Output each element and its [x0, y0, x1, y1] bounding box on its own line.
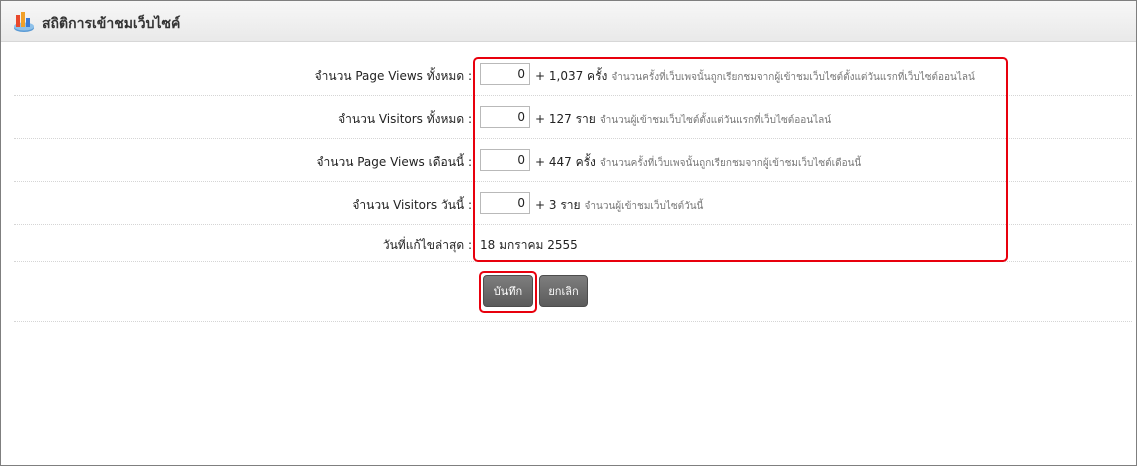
page-views-month-count: + 447 ครั้ง จำนวนครั้งที่เว็บเพจนั้นถูกเร…: [535, 153, 861, 172]
visitors-today-count: + 3 ราย จำนวนผู้เข้าชมเว็บไซต์วันนี้: [535, 196, 703, 215]
visitors-today-label: จำนวน Visitors วันนี้ :: [352, 198, 472, 212]
stats-panel: สถิติการเข้าชมเว็บไซค์ จำนวน Page Views …: [0, 0, 1137, 466]
visitors-total-label: จำนวน Visitors ทั้งหมด :: [338, 112, 472, 126]
visitors-today-input[interactable]: [480, 192, 530, 214]
page-views-total-hint: จำนวนครั้งที่เว็บเพจนั้นถูกเรียกชมจากผู้…: [611, 72, 975, 83]
visitors-today-row: จำนวน Visitors วันนี้ : + 3 รายจำนวนผู้เ…: [14, 181, 1132, 225]
page-views-month-row: จำนวน Page Views เดือนนี้ : + 447 ครั้งจ…: [14, 138, 1132, 182]
last-updated-label: วันที่แก้ไขล่าสุด :: [382, 238, 472, 252]
panel-title: สถิติการเข้าชมเว็บไซค์: [42, 16, 181, 32]
visitors-today-hint: จำนวนผู้เข้าชมเว็บไซต์วันนี้: [584, 201, 704, 212]
divider: [14, 321, 1132, 322]
page-views-month-input[interactable]: [480, 149, 530, 171]
cancel-button[interactable]: ยกเลิก: [539, 275, 588, 307]
visitors-today-value: + 3 ราย: [535, 198, 581, 212]
visitors-total-row: จำนวน Visitors ทั้งหมด : + 127 รายจำนวนผ…: [14, 95, 1132, 139]
page-views-month-hint: จำนวนครั้งที่เว็บเพจนั้นถูกเรียกชมจากผู้…: [599, 158, 862, 169]
save-button[interactable]: บันทึก: [483, 275, 533, 307]
last-updated-value: 18 มกราคม 2555: [480, 238, 578, 252]
page-views-month-value: + 447 ครั้ง: [535, 155, 596, 169]
stats-chart-icon: [14, 12, 34, 32]
last-updated-row: วันที่แก้ไขล่าสุด : 18 มกราคม 2555: [14, 224, 1132, 262]
page-views-month-label: จำนวน Page Views เดือนนี้ :: [316, 155, 472, 169]
page-views-total-label: จำนวน Page Views ทั้งหมด :: [314, 69, 472, 83]
visitors-total-hint: จำนวนผู้เข้าชมเว็บไซต์ตั้งแต่วันแรกที่เว…: [599, 115, 832, 126]
visitors-total-value: + 127 ราย: [535, 112, 596, 126]
page-views-total-count: + 1,037 ครั้ง จำนวนครั้งที่เว็บเพจนั้นถูก…: [535, 67, 975, 86]
panel-header: สถิติการเข้าชมเว็บไซค์: [1, 1, 1136, 42]
page-views-total-input[interactable]: [480, 63, 530, 85]
visitors-total-count: + 127 ราย จำนวนผู้เข้าชมเว็บไซต์ตั้งแต่วั…: [535, 110, 831, 129]
visitors-total-input[interactable]: [480, 106, 530, 128]
page-views-total-value: + 1,037 ครั้ง: [535, 69, 608, 83]
page-views-total-row: จำนวน Page Views ทั้งหมด : + 1,037 ครั้ง…: [14, 53, 1132, 96]
